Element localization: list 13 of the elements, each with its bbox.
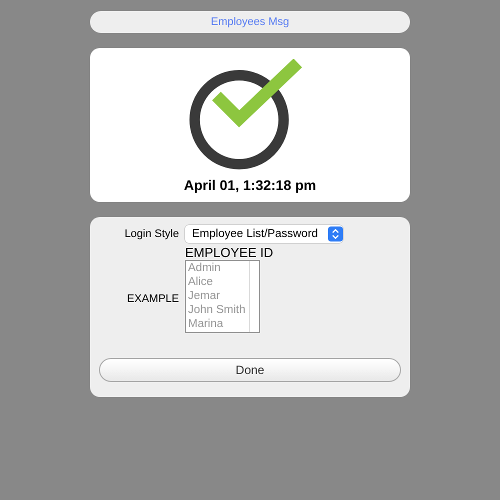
done-button[interactable]: Done (99, 358, 401, 382)
login-style-label: Login Style (124, 228, 179, 240)
employee-item[interactable]: Admin (188, 261, 249, 275)
employee-item[interactable]: Jemar (188, 289, 249, 303)
timestamp: April 01, 1:32:18 pm (184, 177, 316, 193)
employee-item[interactable]: John Smith (188, 303, 249, 317)
employee-item[interactable]: Marina (188, 317, 249, 331)
example-label: EXAMPLE (126, 293, 179, 305)
login-style-dropdown[interactable]: Employee List/Password (185, 225, 343, 243)
employee-list[interactable]: Admin Alice Jemar John Smith Marina (185, 260, 260, 333)
list-heading: EMPLOYEE ID (185, 245, 274, 260)
header-title: Employees Msg (210, 16, 290, 28)
employee-item[interactable]: Alice (188, 275, 249, 289)
